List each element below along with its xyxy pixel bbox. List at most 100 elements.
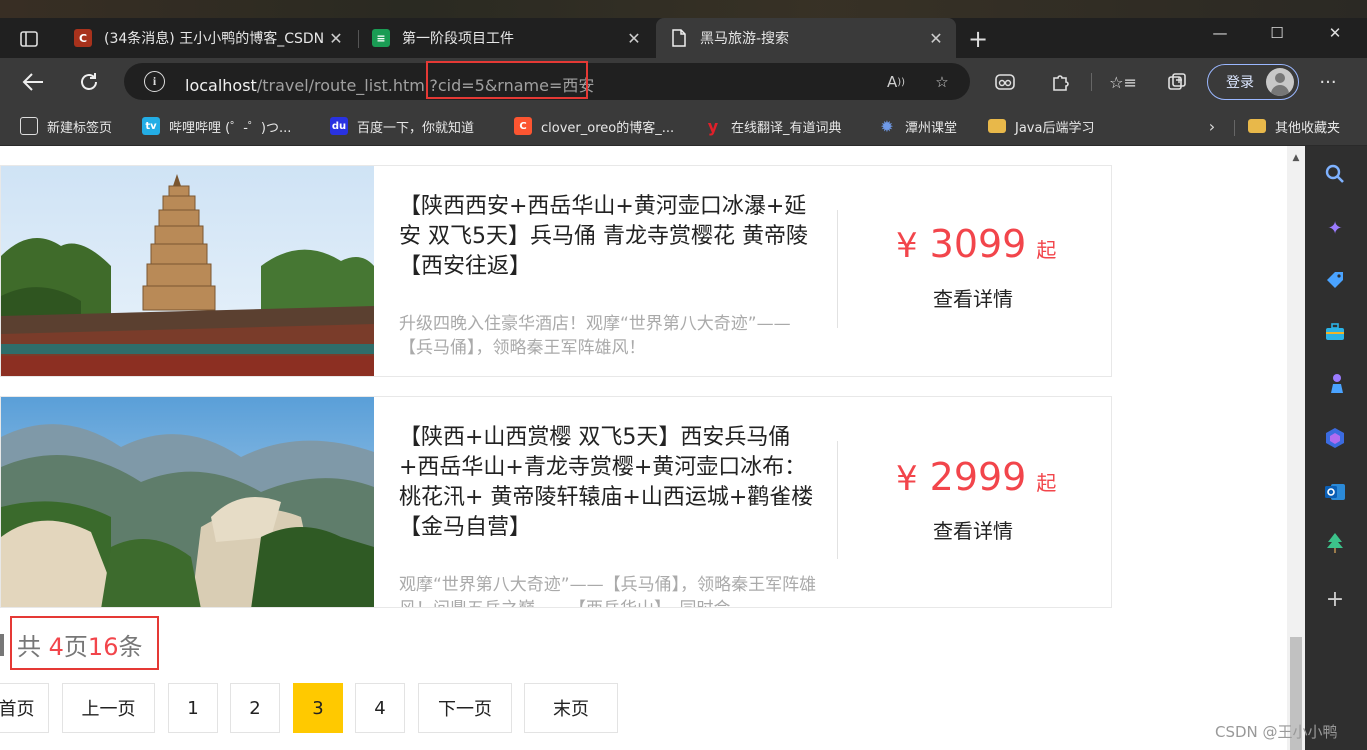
tab-csdn[interactable]: C (34条消息) 王小小鸭的博客_CSDN ✕ [60, 18, 356, 58]
bookmark-baidu[interactable]: du 百度一下，你就知道 [330, 115, 474, 137]
tab-project-artifact[interactable]: ≡ 第一阶段项目工件 ✕ [358, 18, 654, 58]
new-tab-button[interactable]: + [962, 24, 994, 54]
tab-strip: C (34条消息) 王小小鸭的博客_CSDN ✕ ≡ 第一阶段项目工件 ✕ 黑马… [0, 0, 1367, 58]
bookmark-java-folder[interactable]: Java后端学习 [988, 115, 1094, 137]
price-value: 3099 [929, 222, 1027, 266]
maximize-button[interactable]: ☐ [1262, 20, 1292, 46]
more-menu-icon[interactable]: ··· [1315, 70, 1341, 94]
baidu-icon: du [330, 117, 348, 135]
toolbar-divider [1091, 73, 1092, 91]
close-icon[interactable]: ✕ [324, 29, 348, 48]
close-icon[interactable]: ✕ [924, 29, 948, 48]
page-4-button[interactable]: 4 [355, 683, 405, 733]
csdn-icon: C [514, 117, 532, 135]
price-symbol: ¥ [896, 226, 918, 266]
bookmark-label: Java后端学习 [1015, 120, 1095, 136]
minimize-button[interactable]: — [1205, 20, 1235, 46]
login-label: 登录 [1226, 75, 1254, 91]
pagoda-photo[interactable] [1, 166, 374, 376]
browser-toolbar: i localhost/travel/route_list.html?cid=5… [0, 58, 1367, 106]
price-value: 2999 [929, 455, 1027, 499]
folder-icon [1248, 119, 1266, 133]
copilot-sparkle-icon[interactable]: ✦ [1322, 215, 1348, 241]
summary-highlight-box [10, 616, 159, 670]
bookmark-label: 潭州课堂 [905, 120, 958, 136]
page-last-button[interactable]: 末页 [524, 683, 618, 733]
summary-marker [0, 634, 4, 656]
read-aloud-icon[interactable]: A)) [884, 71, 908, 93]
games-chess-icon[interactable] [1322, 371, 1348, 397]
csdn-icon: C [74, 29, 92, 47]
bilibili-icon: tv [142, 117, 160, 135]
view-details-link[interactable]: 查看详情 [933, 515, 1013, 544]
back-button[interactable] [18, 68, 48, 96]
refresh-button[interactable] [74, 68, 104, 96]
favorites-icon[interactable]: ☆≡ [1109, 70, 1137, 94]
url-host: localhost [185, 76, 257, 95]
page-2-button[interactable]: 2 [230, 683, 280, 733]
route-price: ¥ 3099 起 [896, 222, 1056, 266]
mountain-photo[interactable] [1, 397, 374, 607]
bookmark-tanzhou[interactable]: ✹ 潭州课堂 [878, 115, 957, 137]
outlook-icon[interactable] [1322, 479, 1348, 505]
route-divider [837, 441, 838, 559]
collections-icon[interactable] [1164, 70, 1190, 94]
copilot-app-icon[interactable] [1322, 425, 1348, 451]
favorite-star-icon[interactable]: ☆ [930, 71, 954, 93]
route-card[interactable]: 【陕西+山西赏樱 双飞5天】西安兵马俑+西岳华山+青龙寺赏樱+黄河壶口冰布：桃花… [0, 396, 1112, 608]
tab-heima-search[interactable]: 黑马旅游-搜索 ✕ [656, 18, 956, 58]
chevron-right-icon[interactable]: › [1202, 115, 1222, 137]
info-icon[interactable]: i [144, 71, 165, 92]
route-title[interactable]: 【陕西西安+西岳华山+黄河壶口冰瀑+延安 双飞5天】兵马俑 青龙寺赏樱花 黄帝陵… [399, 192, 817, 282]
close-icon[interactable]: ✕ [622, 29, 646, 48]
page-1-button[interactable]: 1 [168, 683, 218, 733]
bookmark-youdao[interactable]: y 在线翻译_有道词典 [704, 115, 842, 137]
bookmark-bilibili[interactable]: tv 哔哩哔哩 (゜-゜)つ... [142, 115, 291, 137]
route-title[interactable]: 【陕西+山西赏樱 双飞5天】西安兵马俑+西岳华山+青龙寺赏樱+黄河壶口冰布：桃花… [399, 423, 817, 543]
bookmark-csdn-clover[interactable]: C clover_oreo的博客_... [514, 115, 674, 137]
address-bar[interactable]: i localhost/travel/route_list.html?cid=5… [124, 61, 970, 100]
tools-briefcase-icon[interactable] [1322, 319, 1348, 345]
bookmark-label: 百度一下，你就知道 [357, 120, 475, 136]
tab-icon [20, 117, 38, 135]
tab-title: 第一阶段项目工件 [402, 31, 514, 47]
bookmark-label: clover_oreo的博客_... [541, 120, 675, 136]
price-suffix: 起 [1036, 471, 1057, 495]
url-highlight-box [426, 61, 588, 99]
route-divider [837, 210, 838, 328]
extensions-puzzle-icon[interactable] [1047, 70, 1073, 94]
gear-icon: ✹ [880, 116, 894, 136]
tab-actions-icon[interactable] [14, 26, 44, 52]
tree-icon[interactable] [1322, 530, 1348, 556]
tab-title: 黑马旅游-搜索 [700, 31, 790, 47]
bookmark-other-favorites[interactable]: 其他收藏夹 [1248, 115, 1340, 137]
edge-sidebar: ✦ + [1305, 146, 1367, 750]
route-card[interactable]: 【陕西西安+西岳华山+黄河壶口冰瀑+延安 双飞5天】兵马俑 青龙寺赏樱花 黄帝陵… [0, 165, 1112, 377]
extension-glasses-icon[interactable] [992, 70, 1018, 94]
view-details-link[interactable]: 查看详情 [933, 283, 1013, 312]
page-3-button[interactable]: 3 [293, 683, 343, 733]
scroll-up-arrow-icon[interactable]: ▲ [1287, 146, 1305, 170]
route-description: 观摩“世界第八大奇迹”——【兵马俑】，领略秦王军阵雄风！问鼎五岳之巅——【西岳华… [399, 575, 817, 607]
bookmark-label: 在线翻译_有道词典 [731, 120, 842, 136]
login-button[interactable]: 登录 [1207, 64, 1299, 100]
youdao-icon: y [707, 116, 719, 136]
search-icon[interactable] [1322, 161, 1348, 187]
bookmark-label: 哔哩哔哩 (゜-゜)つ... [169, 120, 292, 136]
add-icon[interactable]: + [1322, 586, 1348, 612]
sheet-icon: ≡ [372, 29, 390, 47]
price-symbol: ¥ [896, 459, 918, 499]
page-prev-button[interactable]: 上一页 [62, 683, 155, 733]
price-suffix: 起 [1036, 238, 1057, 262]
page-viewport: 【陕西西安+西岳华山+黄河壶口冰瀑+延安 双飞5天】兵马俑 青龙寺赏樱花 黄帝陵… [0, 146, 1287, 750]
close-window-button[interactable]: ✕ [1320, 20, 1350, 46]
watermark: CSDN @王小小鸭 [1215, 723, 1338, 741]
page-next-button[interactable]: 下一页 [418, 683, 512, 733]
page-first-button[interactable]: 首页 [0, 683, 49, 733]
shopping-tag-icon[interactable] [1322, 267, 1348, 293]
page-icon [670, 29, 688, 47]
url-path: /travel/route_list.html? [256, 76, 438, 95]
folder-icon [988, 119, 1006, 133]
bookmark-new-tab[interactable]: 新建标签页 [20, 115, 112, 137]
route-price: ¥ 2999 起 [896, 455, 1056, 499]
